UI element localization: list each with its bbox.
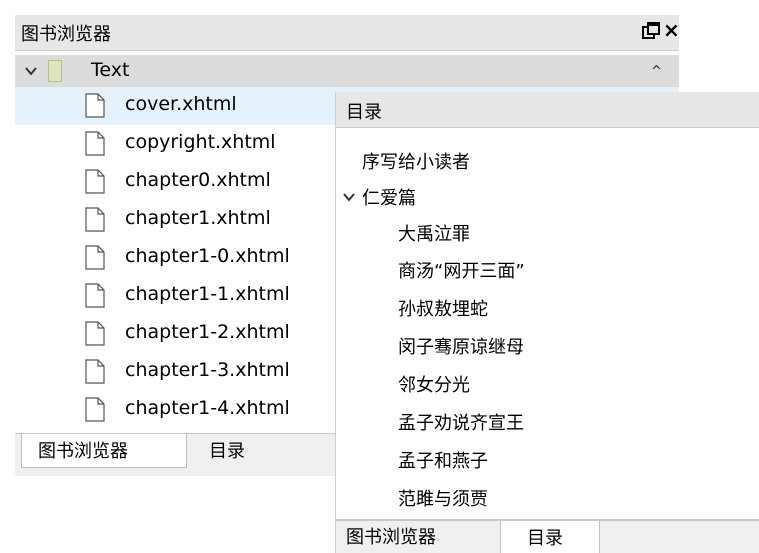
toc-title-bar: 目录 <box>336 92 759 128</box>
toc-panel: 目录 序写给小读者 仁爱篇 大禹泣罪 商汤“网开三面” 孙叔敖埋蛇 闵子骞原谅继… <box>335 92 759 553</box>
chevron-down-icon[interactable] <box>24 64 38 78</box>
file-icon <box>85 131 105 156</box>
tab-label: 目录 <box>527 528 563 549</box>
tree-file-label: chapter1-4.xhtml <box>125 397 290 419</box>
tree-file-label: copyright.xhtml <box>125 131 276 153</box>
chevron-down-icon[interactable] <box>342 190 356 204</box>
tree-file-label: chapter1-3.xhtml <box>125 359 290 381</box>
file-icon <box>85 93 105 118</box>
toc-item[interactable]: 大禹泣罪 <box>398 220 470 246</box>
tree-file-label: chapter1.xhtml <box>125 207 271 229</box>
tree-file-label: chapter0.xhtml <box>125 169 271 191</box>
file-icon <box>85 169 105 194</box>
tree-folder-label: Text <box>91 59 130 81</box>
tab-toc[interactable]: 目录 <box>191 434 271 468</box>
file-icon <box>85 397 105 422</box>
tab-label: 图书浏览器 <box>346 527 436 548</box>
file-icon <box>85 207 105 232</box>
toc-item[interactable]: 孙叔敖埋蛇 <box>398 295 488 321</box>
file-icon <box>85 245 105 270</box>
toc-title: 目录 <box>346 102 382 123</box>
tree-file-label: chapter1-0.xhtml <box>125 245 290 267</box>
scroll-up-icon[interactable]: ^ <box>651 64 662 79</box>
toc-item[interactable]: 邻女分光 <box>398 371 470 397</box>
toc-item[interactable]: 孟子劝说齐宣王 <box>398 409 524 435</box>
tree-file-label: chapter1-2.xhtml <box>125 321 290 343</box>
file-icon <box>85 359 105 384</box>
tab-book-browser[interactable]: 图书浏览器 <box>336 521 496 553</box>
toc-tab-bar: 图书浏览器 目录 <box>336 519 759 553</box>
tab-label: 目录 <box>209 441 245 462</box>
toc-item[interactable]: 仁爱篇 <box>362 184 416 210</box>
tab-book-browser[interactable]: 图书浏览器 <box>21 434 187 468</box>
float-icon[interactable] <box>641 21 661 41</box>
tab-toc[interactable]: 目录 <box>500 521 600 553</box>
tree-folder-text[interactable]: Text ^ <box>15 55 679 87</box>
folder-icon <box>48 60 62 82</box>
book-browser-title: 图书浏览器 <box>21 24 111 45</box>
tree-file-label: chapter1-1.xhtml <box>125 283 290 305</box>
tree-file-label: cover.xhtml <box>125 93 237 115</box>
toc-item[interactable]: 商汤“网开三面” <box>398 257 525 283</box>
book-browser-title-bar: 图书浏览器 × <box>15 15 679 51</box>
toc-item[interactable]: 闵子骞原谅继母 <box>398 333 524 359</box>
toc-item[interactable]: 范雎与须贾 <box>398 485 488 511</box>
tab-label: 图书浏览器 <box>38 441 128 462</box>
file-icon <box>85 321 105 346</box>
toc-item[interactable]: 孟子和燕子 <box>398 447 488 473</box>
toc-item[interactable]: 序写给小读者 <box>362 148 470 174</box>
close-icon[interactable]: × <box>663 18 679 42</box>
file-icon <box>85 283 105 308</box>
